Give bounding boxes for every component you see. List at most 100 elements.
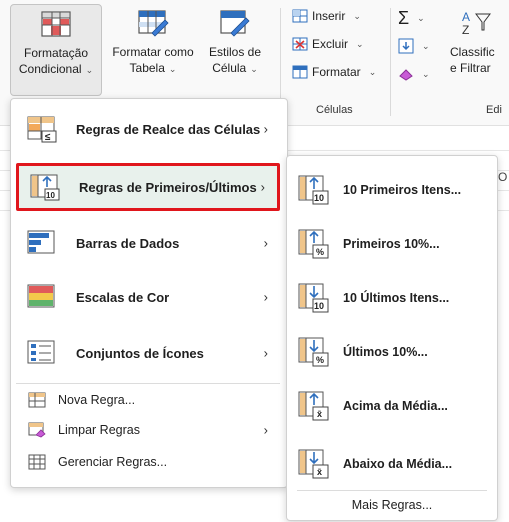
top-10-percent-icon: %	[298, 229, 329, 259]
submenu-item-top-10-percent[interactable]: % Primeiros 10%...	[297, 224, 487, 264]
format-as-table-button[interactable]: Formatar como Tabela ⌄	[104, 4, 202, 96]
format-as-table-label-1: Formatar como	[112, 45, 194, 59]
above-average-icon: x̄	[298, 391, 329, 421]
cell-styles-button[interactable]: Estilos de Célula ⌄	[202, 4, 268, 96]
autosum-button[interactable]: Σ ⌄	[398, 8, 425, 28]
chevron-down-icon: ⌄	[353, 11, 361, 21]
format-as-table-icon	[138, 10, 169, 37]
top-bottom-rules-submenu: 10 10 Primeiros Itens... % Primeiros 10%…	[286, 155, 498, 521]
format-cells-icon	[292, 65, 308, 79]
menu-item-label: Regras de Primeiros/Últimos	[79, 179, 257, 195]
menu-item-label: Gerenciar Regras...	[58, 455, 168, 469]
highlight-cells-rules-icon: ≤	[27, 116, 57, 143]
svg-text:10: 10	[314, 193, 324, 203]
submenu-item-top-10-items[interactable]: 10 10 Primeiros Itens...	[297, 170, 487, 210]
insert-label: Inserir	[312, 9, 346, 23]
svg-text:≤: ≤	[45, 132, 51, 143]
top-10-items-icon: 10	[298, 175, 329, 205]
cell-styles-label-2: Célula	[212, 61, 247, 75]
cell-styles-label-1: Estilos de	[208, 45, 262, 59]
chevron-down-icon: ⌄	[168, 64, 177, 74]
chevron-right-icon: ›	[263, 289, 268, 305]
column-header-partial: O	[498, 170, 508, 184]
fill-down-icon	[398, 38, 414, 54]
icon-sets-icon	[27, 340, 55, 364]
menu-separator	[16, 383, 280, 384]
menu-item-label: Regras de Realce das Células	[76, 121, 261, 137]
ribbon-separator	[390, 8, 391, 116]
submenu-item-label: Abaixo da Média...	[343, 457, 453, 471]
submenu-item-label: 10 Primeiros Itens...	[343, 183, 462, 197]
submenu-item-bottom-10-percent[interactable]: % Últimos 10%...	[297, 332, 487, 372]
chevron-down-icon: ⌄	[368, 67, 377, 77]
submenu-item-label: 10 Últimos Itens...	[343, 291, 450, 305]
svg-text:%: %	[316, 355, 324, 365]
format-button[interactable]: Formatar ⌄	[292, 62, 376, 82]
svg-text:x̄: x̄	[317, 409, 322, 419]
menu-item-label: Conjuntos de Ícones	[76, 345, 204, 361]
chevron-down-icon: ⌄	[422, 69, 430, 79]
fill-button[interactable]: ⌄	[398, 36, 430, 56]
color-scales-icon	[27, 284, 55, 308]
format-as-table-label-2: Tabela	[129, 61, 165, 75]
insert-button[interactable]: Inserir ⌄	[292, 6, 361, 26]
svg-text:10: 10	[314, 301, 324, 311]
menu-item-label: Escalas de Cor	[76, 289, 170, 305]
chevron-right-icon: ›	[260, 179, 265, 195]
format-label: Formatar	[312, 65, 361, 79]
conditional-formatting-button[interactable]: Formatação Condicional ⌄	[10, 4, 102, 96]
submenu-item-below-average[interactable]: x̄ Abaixo da Média...	[297, 444, 487, 484]
chevron-down-icon: ⌄	[422, 41, 430, 51]
bottom-10-percent-icon: %	[298, 337, 329, 367]
below-average-icon: x̄	[298, 449, 329, 479]
data-bars-icon	[27, 230, 55, 254]
menu-item-label: Nova Regra...	[58, 393, 136, 407]
conditional-formatting-menu: ≤ Regras de Realce das Células › 10 Regr…	[10, 98, 288, 488]
sort-filter-label-1: Classific	[450, 45, 495, 59]
menu-item-manage-rules[interactable]: Gerenciar Regras...	[16, 449, 280, 475]
insert-cells-icon	[292, 9, 308, 23]
svg-text:%: %	[316, 247, 324, 257]
clear-button[interactable]: ⌄	[398, 64, 430, 84]
svg-text:A: A	[462, 10, 470, 24]
menu-item-clear-rules[interactable]: Limpar Regras ›	[16, 417, 280, 443]
delete-button[interactable]: Excluir ⌄	[292, 34, 364, 54]
submenu-item-label: Acima da Média...	[343, 399, 448, 413]
cell-styles-icon	[220, 10, 250, 37]
chevron-down-icon: ⌄	[417, 13, 425, 23]
menu-item-label: Barras de Dados	[76, 235, 180, 251]
submenu-separator	[297, 490, 487, 491]
chevron-right-icon: ›	[263, 121, 268, 137]
eraser-icon	[399, 69, 413, 81]
menu-item-icon-sets[interactable]: Conjuntos de Ícones ›	[16, 329, 280, 377]
menu-item-top-bottom-rules[interactable]: 10 Regras de Primeiros/Últimos ›	[16, 163, 280, 211]
submenu-item-label: Últimos 10%...	[343, 345, 428, 359]
conditional-formatting-label-1: Formatação	[23, 46, 89, 60]
menu-item-data-bars[interactable]: Barras de Dados ›	[16, 219, 280, 267]
submenu-item-above-average[interactable]: x̄ Acima da Média...	[297, 386, 487, 426]
top-bottom-rules-icon: 10	[30, 174, 60, 201]
svg-text:Z: Z	[462, 23, 469, 37]
bottom-10-items-icon: 10	[298, 283, 329, 313]
cells-group-label: Células	[316, 104, 353, 116]
conditional-formatting-icon	[41, 11, 71, 37]
delete-cells-icon	[292, 37, 308, 51]
menu-item-color-scales[interactable]: Escalas de Cor ›	[16, 273, 280, 321]
editing-group-label: Edi	[486, 104, 502, 116]
sort-filter-label-2: e Filtrar	[450, 61, 491, 75]
manage-rules-icon	[28, 454, 46, 470]
sigma-icon: Σ	[398, 8, 410, 28]
conditional-formatting-label-2: Condicional	[18, 62, 82, 76]
sort-filter-button[interactable]: A Z Classific e Filtrar	[450, 4, 509, 76]
chevron-down-icon: ⌄	[250, 64, 258, 74]
menu-item-highlight-cells-rules[interactable]: ≤ Regras de Realce das Células ›	[16, 105, 280, 153]
new-rule-icon	[28, 392, 46, 408]
delete-label: Excluir	[312, 37, 349, 51]
clear-rules-icon	[28, 422, 46, 438]
chevron-right-icon: ›	[263, 422, 268, 438]
svg-text:10: 10	[46, 191, 55, 200]
submenu-item-more-rules[interactable]: Mais Regras...	[287, 498, 497, 512]
chevron-down-icon: ⌄	[356, 39, 364, 49]
submenu-item-bottom-10-items[interactable]: 10 10 Últimos Itens...	[297, 278, 487, 318]
menu-item-new-rule[interactable]: Nova Regra...	[16, 387, 280, 413]
